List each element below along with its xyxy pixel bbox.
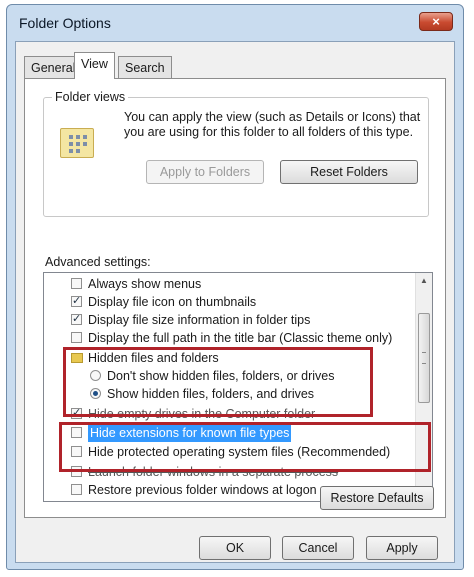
scroll-up-icon[interactable]: ▲ <box>416 273 432 289</box>
folder-options-window: Folder Options × General View Search Fol… <box>6 4 464 570</box>
tab-search[interactable]: Search <box>118 56 172 78</box>
check-icon: ✓ <box>72 407 82 419</box>
radio-button[interactable] <box>90 388 101 399</box>
folder-icon <box>71 353 83 363</box>
list-item-group: Hidden files and folders <box>44 349 404 367</box>
cancel-button[interactable]: Cancel <box>282 536 354 560</box>
view-tab-panel: Folder views You can apply the view (suc… <box>24 78 446 518</box>
folder-views-description: You can apply the view (such as Details … <box>124 110 421 139</box>
tab-view[interactable]: View <box>74 52 115 79</box>
list-item[interactable]: ✓ Hide empty drives in the Computer fold… <box>44 405 404 423</box>
checkbox[interactable] <box>71 446 82 457</box>
grip-icon <box>422 352 426 364</box>
advanced-settings-label: Advanced settings: <box>45 255 151 269</box>
radio-button[interactable] <box>90 370 101 381</box>
dialog-body: General View Search Folder views You can… <box>15 41 455 563</box>
scrollbar-thumb[interactable] <box>418 313 430 403</box>
checkbox[interactable] <box>71 484 82 495</box>
list-item[interactable]: Show hidden files, folders, and drives <box>44 385 404 403</box>
reset-folders-button[interactable]: Reset Folders <box>280 160 418 184</box>
checkbox[interactable]: ✓ <box>71 408 82 419</box>
vertical-scrollbar[interactable]: ▲ ▼ <box>415 273 432 501</box>
list-item[interactable]: Launch folder windows in a separate proc… <box>44 463 404 481</box>
folder-views-group: Folder views You can apply the view (suc… <box>43 90 429 217</box>
apply-button[interactable]: Apply <box>366 536 438 560</box>
checkbox[interactable] <box>71 466 82 477</box>
title-bar[interactable]: Folder Options × <box>7 5 463 41</box>
close-icon: × <box>432 14 440 29</box>
list-item[interactable]: Display the full path in the title bar (… <box>44 329 404 347</box>
list-item[interactable]: Always show menus <box>44 275 404 293</box>
folder-views-label: Folder views <box>52 90 129 104</box>
apply-to-folders-button[interactable]: Apply to Folders <box>146 160 264 184</box>
folder-views-icon <box>60 128 94 158</box>
checkbox[interactable] <box>71 427 82 438</box>
checkbox[interactable]: ✓ <box>71 314 82 325</box>
list-item[interactable]: ✓ Display file size information in folde… <box>44 311 404 329</box>
list-item[interactable]: Don't show hidden files, folders, or dri… <box>44 367 404 385</box>
list-item[interactable]: Hide extensions for known file types <box>44 424 404 442</box>
advanced-settings-list[interactable]: Always show menus ✓ Display file icon on… <box>43 272 433 502</box>
window-title: Folder Options <box>19 15 111 31</box>
checkbox[interactable] <box>71 332 82 343</box>
checkbox[interactable] <box>71 278 82 289</box>
list-item[interactable]: ✓ Display file icon on thumbnails <box>44 293 404 311</box>
close-button[interactable]: × <box>419 12 453 31</box>
ok-button[interactable]: OK <box>199 536 271 560</box>
list-item[interactable]: Hide protected operating system files (R… <box>44 443 404 461</box>
restore-defaults-button[interactable]: Restore Defaults <box>320 486 434 510</box>
check-icon: ✓ <box>72 313 82 325</box>
check-icon: ✓ <box>72 295 82 307</box>
checkbox[interactable]: ✓ <box>71 296 82 307</box>
